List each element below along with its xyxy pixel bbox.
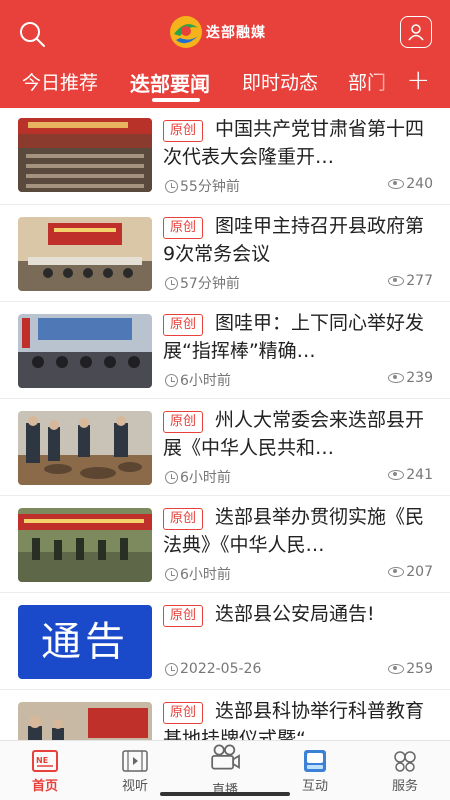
- user-profile-button[interactable]: [400, 16, 432, 48]
- news-item[interactable]: 通告 原创 迭部县公安局通告! 2022-05-26 259: [0, 593, 450, 690]
- nav-label: 首页: [31, 779, 58, 794]
- tab-today-recommend[interactable]: 今日推荐: [22, 68, 98, 95]
- news-meta: 2022-05-26 259: [165, 661, 433, 679]
- news-views: 239: [406, 370, 433, 386]
- news-meta: 57分钟前 277: [165, 273, 433, 292]
- news-views: 259: [406, 661, 433, 677]
- news-title[interactable]: 迭部县科协举行科普教育基地挂牌仪式暨“…: [163, 697, 425, 740]
- app-logo: 迭部融媒: [168, 14, 266, 50]
- eye-icon: [388, 470, 405, 480]
- eye-icon: [388, 373, 405, 383]
- news-title[interactable]: 中国共产党甘肃省第十四次代表大会隆重开…: [163, 115, 425, 171]
- news-item[interactable]: 原创 迭部县举办贯彻实施《民法典》《中华人民… 6小时前 207: [0, 496, 450, 593]
- camera-icon: [211, 744, 240, 770]
- channel-tabs: 今日推荐 迭部要闻 即时动态 部门 +: [0, 62, 450, 102]
- home-indicator[interactable]: [160, 792, 290, 796]
- news-time: 57分钟前: [180, 276, 240, 292]
- news-title[interactable]: 州人大常委会来迭部县开展《中华人民共和…: [163, 406, 425, 462]
- news-thumbnail: [18, 702, 152, 740]
- news-item[interactable]: 原创 中国共产党甘肃省第十四次代表大会隆重开… 55分钟前 240: [0, 108, 450, 205]
- bottom-navigation: NE 首页 视听 直播 互动 服务: [0, 740, 450, 800]
- news-views: 207: [406, 564, 433, 580]
- news-meta: 6小时前 207: [165, 564, 433, 583]
- news-views: 240: [406, 176, 433, 192]
- news-views: 241: [406, 467, 433, 483]
- nav-label: 服务: [391, 779, 418, 794]
- news-meta: 55分钟前 240: [165, 176, 433, 195]
- news-time: 6小时前: [180, 567, 231, 583]
- clock-icon: [165, 567, 178, 581]
- news-title[interactable]: 迭部县公安局通告!: [163, 600, 425, 628]
- news-meta: 6小时前 241: [165, 467, 433, 486]
- news-title[interactable]: 迭部县举办贯彻实施《民法典》《中华人民…: [163, 503, 425, 559]
- clock-icon: [165, 662, 178, 676]
- news-time: 2022-05-26: [180, 661, 262, 677]
- tab-instant-updates[interactable]: 即时动态: [242, 68, 318, 95]
- eye-icon: [388, 276, 405, 286]
- news-icon: NE: [32, 750, 58, 772]
- news-title[interactable]: 图哇甲主持召开县政府第9次常务会议: [163, 212, 425, 268]
- clock-icon: [165, 276, 178, 290]
- news-thumbnail: [18, 217, 152, 291]
- eye-icon: [388, 567, 405, 577]
- svg-text:NE: NE: [36, 756, 48, 765]
- news-time: 6小时前: [180, 470, 231, 486]
- news-thumbnail: 通告: [18, 605, 152, 679]
- news-item[interactable]: 原创 迭部县科协举行科普教育基地挂牌仪式暨“…: [0, 690, 450, 740]
- clock-icon: [165, 470, 178, 484]
- news-title[interactable]: 图哇甲：上下同心举好发展“指挥棒”精确…: [163, 309, 425, 365]
- service-icon: [394, 751, 416, 772]
- film-icon: [122, 750, 148, 772]
- news-time: 6小时前: [180, 373, 231, 389]
- active-tab-indicator: [152, 98, 200, 102]
- add-channel-button[interactable]: +: [407, 66, 430, 94]
- notice-thumbnail-text: 通告: [18, 605, 152, 679]
- news-meta: 6小时前 239: [165, 370, 433, 389]
- search-icon[interactable]: [18, 20, 46, 48]
- news-thumbnail: [18, 118, 152, 192]
- news-views: 277: [406, 273, 433, 289]
- tab-diebu-news[interactable]: 迭部要闻: [130, 68, 210, 97]
- news-item[interactable]: 原创 州人大常委会来迭部县开展《中华人民共和… 6小时前 241: [0, 399, 450, 496]
- eye-icon: [388, 179, 405, 189]
- nav-home[interactable]: NE 首页: [5, 741, 85, 800]
- nav-service[interactable]: 服务: [365, 741, 445, 800]
- eye-icon: [388, 664, 405, 674]
- news-time: 55分钟前: [180, 179, 240, 195]
- logo-mark-icon: [170, 16, 202, 48]
- clock-icon: [165, 373, 178, 387]
- interact-icon: [304, 750, 326, 772]
- logo-text: 迭部融媒: [206, 25, 266, 41]
- clock-icon: [165, 179, 178, 193]
- tabs-fade: [368, 62, 402, 102]
- news-thumbnail: [18, 411, 152, 485]
- user-icon: [408, 24, 424, 41]
- app-header: 迭部融媒 今日推荐 迭部要闻 即时动态 部门 +: [0, 0, 450, 108]
- news-item[interactable]: 原创 图哇甲：上下同心举好发展“指挥棒”精确… 6小时前 239: [0, 302, 450, 399]
- news-item[interactable]: 原创 图哇甲主持召开县政府第9次常务会议 57分钟前 277: [0, 205, 450, 302]
- news-list: 原创 中国共产党甘肃省第十四次代表大会隆重开… 55分钟前 240 原创 图哇甲…: [0, 108, 450, 740]
- news-thumbnail: [18, 314, 152, 388]
- news-thumbnail: [18, 508, 152, 582]
